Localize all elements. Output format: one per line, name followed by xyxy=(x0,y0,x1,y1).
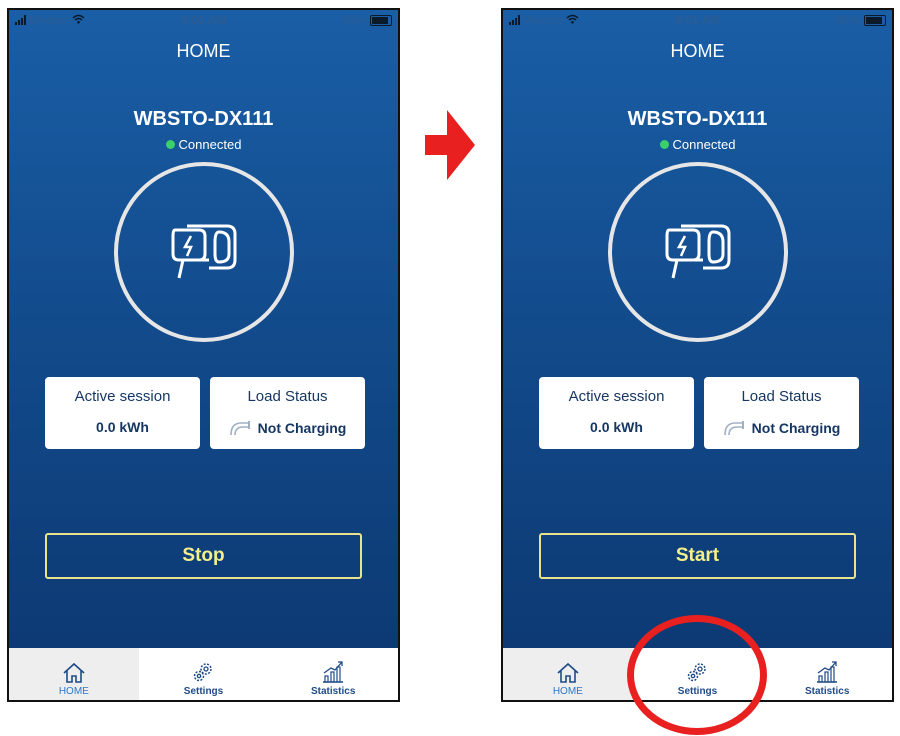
chart-icon xyxy=(817,661,838,683)
tab-home-label: HOME xyxy=(552,686,583,697)
device-name: WBSTO-DX111 xyxy=(133,108,274,130)
page-title: HOME xyxy=(670,41,725,61)
load-status-card: Load Status Not Charging xyxy=(210,377,365,449)
battery-percent: 86% xyxy=(835,13,860,27)
charger-plug-icon xyxy=(171,224,237,279)
settings-highlight-circle xyxy=(627,615,767,735)
tab-settings[interactable]: Settings xyxy=(139,648,269,700)
tab-home[interactable]: HOME xyxy=(9,648,139,700)
start-button[interactable]: Start xyxy=(539,533,856,579)
connection-status: Connected xyxy=(9,137,398,152)
charger-status-ring[interactable] xyxy=(114,162,294,342)
load-status-label: Load Status xyxy=(741,388,822,405)
tab-home-label: HOME xyxy=(58,686,89,697)
home-icon xyxy=(63,662,85,683)
connection-status: Connected xyxy=(503,137,892,152)
active-session-label: Active session xyxy=(74,388,171,405)
tab-settings-label: Settings xyxy=(183,686,224,697)
active-session-card: Active session 0.0 kWh xyxy=(45,377,200,449)
cable-icon xyxy=(229,421,250,436)
load-status-value-row: Not Charging xyxy=(704,419,859,437)
status-time: 9:01 AM xyxy=(674,13,721,27)
active-session-value: 0.0 kWh xyxy=(96,419,149,435)
status-bar: Verizon 9:01 AM 86% xyxy=(9,10,398,32)
tab-statistics-label: Statistics xyxy=(804,686,850,697)
battery-icon xyxy=(864,14,886,26)
connected-dot-icon xyxy=(165,140,175,149)
status-time: 9:01 AM xyxy=(180,13,227,27)
load-status-card: Load Status Not Charging xyxy=(704,377,859,449)
chart-icon xyxy=(323,661,344,683)
device-name: WBSTO-DX111 xyxy=(627,108,768,130)
load-status-label: Load Status xyxy=(247,388,328,405)
tab-statistics[interactable]: Statistics xyxy=(268,648,398,700)
status-bar: Verizon 9:01 AM 86% xyxy=(503,10,892,32)
battery-icon xyxy=(370,14,392,26)
tab-bar: HOME Settings Statistics xyxy=(9,648,398,700)
battery-percent: 86% xyxy=(341,13,366,27)
active-session-value: 0.0 kWh xyxy=(590,419,643,435)
tab-home[interactable]: HOME xyxy=(503,648,633,700)
tab-statistics[interactable]: Statistics xyxy=(762,648,892,700)
charger-status-ring[interactable] xyxy=(608,162,788,342)
phone-screen-after: Verizon 9:01 AM 86% HOME WBSTO-DX111 Con… xyxy=(501,8,894,702)
home-icon xyxy=(557,662,579,683)
charger-plug-icon xyxy=(665,224,731,279)
active-session-card: Active session 0.0 kWh xyxy=(539,377,694,449)
load-status-value: Not Charging xyxy=(751,420,841,436)
active-session-label: Active session xyxy=(568,388,665,405)
tab-statistics-label: Statistics xyxy=(310,686,356,697)
load-status-value-row: Not Charging xyxy=(210,419,365,437)
load-status-value: Not Charging xyxy=(257,420,347,436)
phone-screen-before: Verizon 9:01 AM 86% HOME WBSTO-DX111 Con… xyxy=(7,8,400,702)
connection-label: Connected xyxy=(672,137,736,152)
page-title: HOME xyxy=(176,41,231,61)
arrow-right-icon xyxy=(425,110,475,180)
cable-icon xyxy=(723,421,744,436)
connected-dot-icon xyxy=(659,140,669,149)
stop-button[interactable]: Stop xyxy=(45,533,362,579)
connection-label: Connected xyxy=(178,137,242,152)
gear-icon xyxy=(193,663,212,682)
